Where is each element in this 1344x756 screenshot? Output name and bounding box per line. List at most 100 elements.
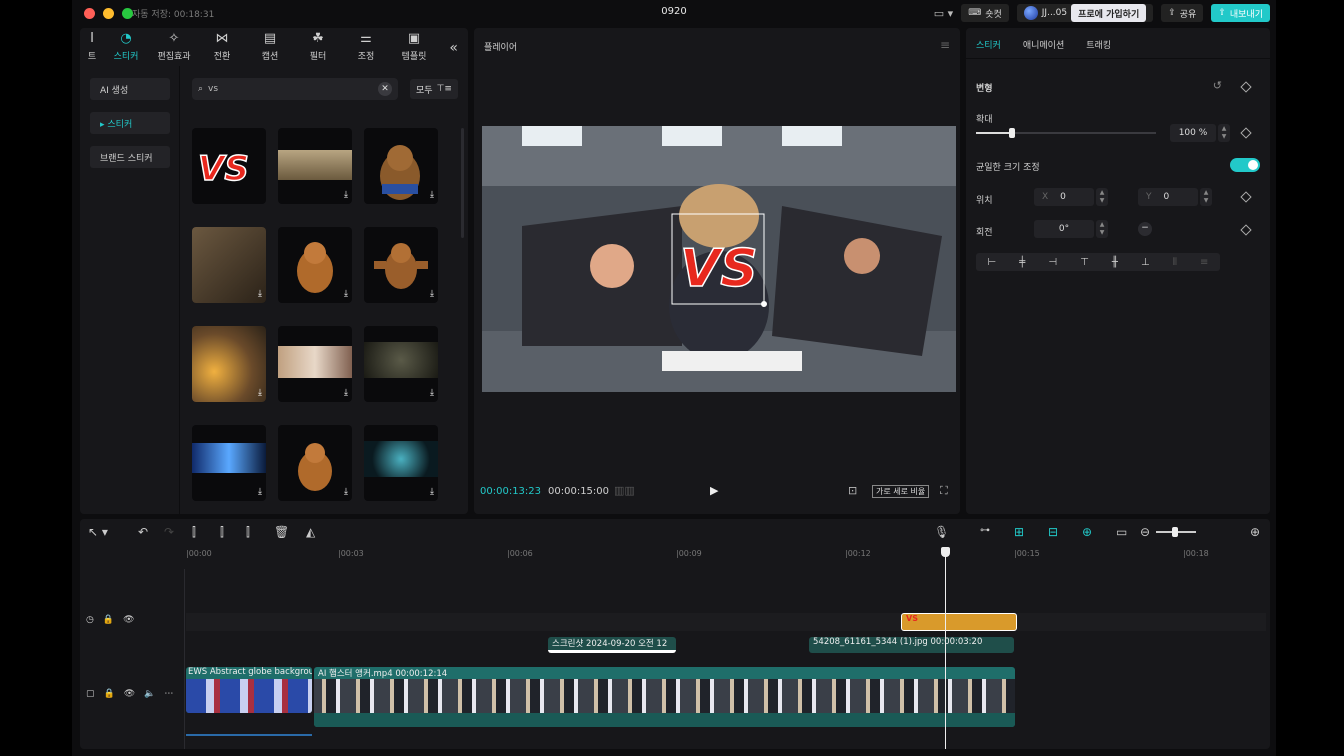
more-icon[interactable]: ⋯ — [164, 689, 173, 699]
tab-sticker[interactable]: ◔ 스티커 — [102, 32, 150, 63]
screenshot-clip[interactable]: 스크린샷 2024-09-20 오전 12 — [548, 637, 676, 653]
download-icon[interactable]: ⤓ — [258, 289, 262, 299]
screenshot-icon[interactable]: ⊡ — [848, 484, 857, 497]
keyframe-icon[interactable] — [1240, 127, 1252, 139]
redo-icon[interactable]: ↷ — [164, 525, 174, 539]
sticker-soldiers[interactable]: ⤓ — [192, 227, 266, 303]
sticker-vs[interactable]: VS — [192, 128, 266, 204]
account-button[interactable]: JJ...05 프로에 가입하기 — [1016, 4, 1154, 22]
sticker-explosion[interactable]: ⤓ — [192, 326, 266, 402]
zoom-fit-icon[interactable]: ⊕ — [1250, 525, 1260, 539]
uniform-scale-toggle[interactable] — [1230, 158, 1260, 172]
undo-icon[interactable]: ↶ — [138, 525, 148, 539]
download-icon[interactable]: ⤓ — [430, 487, 434, 497]
tab-effects[interactable]: ✧ 편집효과 — [150, 32, 198, 63]
download-icon[interactable]: ⤓ — [344, 487, 348, 497]
layout-icon[interactable]: ▭ ▾ — [934, 7, 953, 20]
collapse-panel-icon[interactable]: « — [449, 40, 458, 56]
sticker-gorilla-cartoon[interactable]: ⤓ — [364, 128, 438, 204]
category-brand[interactable]: 브랜드 스티커 — [90, 146, 170, 168]
download-icon[interactable]: ⤓ — [430, 190, 434, 200]
menu-icon[interactable]: ≡ — [940, 38, 950, 52]
position-x-stepper[interactable]: ▲ ▼ — [1096, 188, 1108, 206]
position-y-stepper[interactable]: ▲ ▼ — [1200, 188, 1212, 206]
scale-stepper[interactable]: ▲ ▼ — [1218, 124, 1230, 142]
pro-upgrade-button[interactable]: 프로에 가입하기 — [1071, 4, 1147, 22]
fullscreen-icon[interactable]: ⛶ — [940, 484, 948, 498]
align-right-icon[interactable]: ⊣ — [1048, 257, 1057, 268]
filter-button[interactable]: 모두 ⊤≡ — [410, 79, 458, 99]
tab-text[interactable]: I트 — [82, 32, 102, 63]
cover-icon[interactable]: ▢ — [86, 689, 95, 699]
export-button[interactable]: ⇧ 내보내기 — [1211, 4, 1270, 22]
tab-template[interactable]: ▣ 템플릿 — [390, 32, 438, 63]
download-icon[interactable]: ⤓ — [430, 388, 434, 398]
sticker-clip[interactable]: VS — [901, 613, 1017, 631]
category-ai[interactable]: AI 생성 — [90, 78, 170, 100]
zoom-slider-knob[interactable] — [1172, 527, 1178, 537]
sticker-monster[interactable]: ⤓ — [364, 326, 438, 402]
tab-caption[interactable]: ▤ 캡션 — [246, 32, 294, 63]
download-icon[interactable]: ⤓ — [258, 487, 262, 497]
sticker-gorilla-walk[interactable]: ⤓ — [278, 425, 352, 501]
tab-filter[interactable]: ☘ 필터 — [294, 32, 342, 63]
align-center-v-icon[interactable]: ╫ — [1112, 257, 1118, 268]
keyframe-icon[interactable] — [1240, 224, 1252, 236]
clear-search-icon[interactable]: ✕ — [378, 82, 392, 96]
snap-icon[interactable]: ⊟ — [1048, 525, 1058, 539]
delete-icon[interactable]: 🗑 — [274, 525, 289, 539]
eye-icon[interactable]: 👁 — [124, 689, 135, 699]
split-icon[interactable]: ⫿ — [192, 525, 196, 540]
rotation-stepper[interactable]: ▲ ▼ — [1096, 220, 1108, 238]
main-video-clip[interactable]: AI 햄스터 앵커.mp4 00:00:12:14 — [314, 667, 1015, 727]
video-preview[interactable]: VS — [482, 126, 956, 392]
mirror-icon[interactable]: ◭ — [306, 525, 315, 539]
distribute-h-icon[interactable]: ⫴ — [1173, 257, 1177, 268]
align-left-icon[interactable]: ⊢ — [988, 257, 997, 268]
keyframe-icon[interactable] — [1240, 81, 1252, 93]
sticker-smoke[interactable]: ⤓ — [278, 326, 352, 402]
download-icon[interactable]: ⤓ — [344, 388, 348, 398]
lock-icon[interactable]: 🔒 — [104, 689, 115, 699]
bg-video-clip[interactable]: EWS Abstract globe backgrou — [186, 667, 312, 713]
download-icon[interactable]: ⤓ — [430, 289, 434, 299]
scale-slider-knob[interactable] — [1009, 128, 1015, 138]
align-center-h-icon[interactable]: ╪ — [1019, 257, 1025, 268]
category-sticker[interactable]: ▸ 스티커 — [90, 112, 170, 134]
sticker-blue-blast[interactable]: ⤓ — [192, 425, 266, 501]
rotation-field[interactable]: 0° — [1034, 220, 1094, 238]
tab-tracking[interactable]: 트래킹 — [1086, 38, 1111, 51]
tab-adjust[interactable]: ⚌ 조정 — [342, 32, 390, 63]
share-button[interactable]: ⇪ 공유 — [1161, 4, 1204, 22]
tab-sticker-props[interactable]: 스티커 — [976, 38, 1001, 51]
download-icon[interactable]: ⤓ — [344, 289, 348, 299]
align-top-icon[interactable]: ⊤ — [1080, 257, 1089, 268]
keyframe-icon[interactable] — [1240, 191, 1252, 203]
zoom-slider[interactable] — [1156, 527, 1196, 537]
position-y-field[interactable]: Y 0 — [1138, 188, 1198, 206]
select-tool-icon[interactable]: ↖ ▾ — [88, 525, 108, 539]
search-input[interactable]: ⌕ vs ✕ — [192, 78, 398, 100]
download-icon[interactable]: ⤓ — [258, 388, 262, 398]
tab-animation[interactable]: 애니메이션 — [1023, 38, 1064, 51]
linkage-icon[interactable]: ⊕ — [1082, 525, 1092, 539]
shortcut-button[interactable]: ⌨ 숏컷 — [961, 4, 1009, 22]
sticker-gorilla-flex[interactable]: ⤓ — [364, 227, 438, 303]
mic-icon[interactable]: 🎙 — [934, 525, 949, 539]
sticker-gorilla-sitting[interactable]: ⤓ — [278, 227, 352, 303]
download-icon[interactable]: ⤓ — [344, 190, 348, 200]
playhead[interactable] — [941, 547, 950, 749]
aspect-ratio-button[interactable]: 가로 세로 비율 — [872, 485, 930, 498]
image-clip[interactable]: 54208_61161_5344 (1).jpg 00:00:03:20 — [809, 637, 1014, 653]
time-ruler[interactable]: |00:00 |00:03 |00:06 |00:09 |00:12 |00:1… — [186, 547, 1270, 561]
zoom-out-icon[interactable]: ⊖ — [1140, 525, 1150, 539]
scale-slider[interactable] — [976, 128, 1156, 138]
preview-axis-icon[interactable]: ▭ — [1116, 525, 1127, 539]
split-right-icon[interactable]: ⫿ — [246, 525, 250, 540]
sticker-dark-energy[interactable]: ⤓ — [364, 425, 438, 501]
position-x-field[interactable]: X 0 — [1034, 188, 1094, 206]
align-bottom-icon[interactable]: ⊥ — [1141, 257, 1150, 268]
grid-scrollbar[interactable] — [461, 128, 464, 238]
play-button[interactable]: ▶ — [710, 484, 718, 497]
sticker-battle-scene[interactable]: ⤓ — [278, 128, 352, 204]
